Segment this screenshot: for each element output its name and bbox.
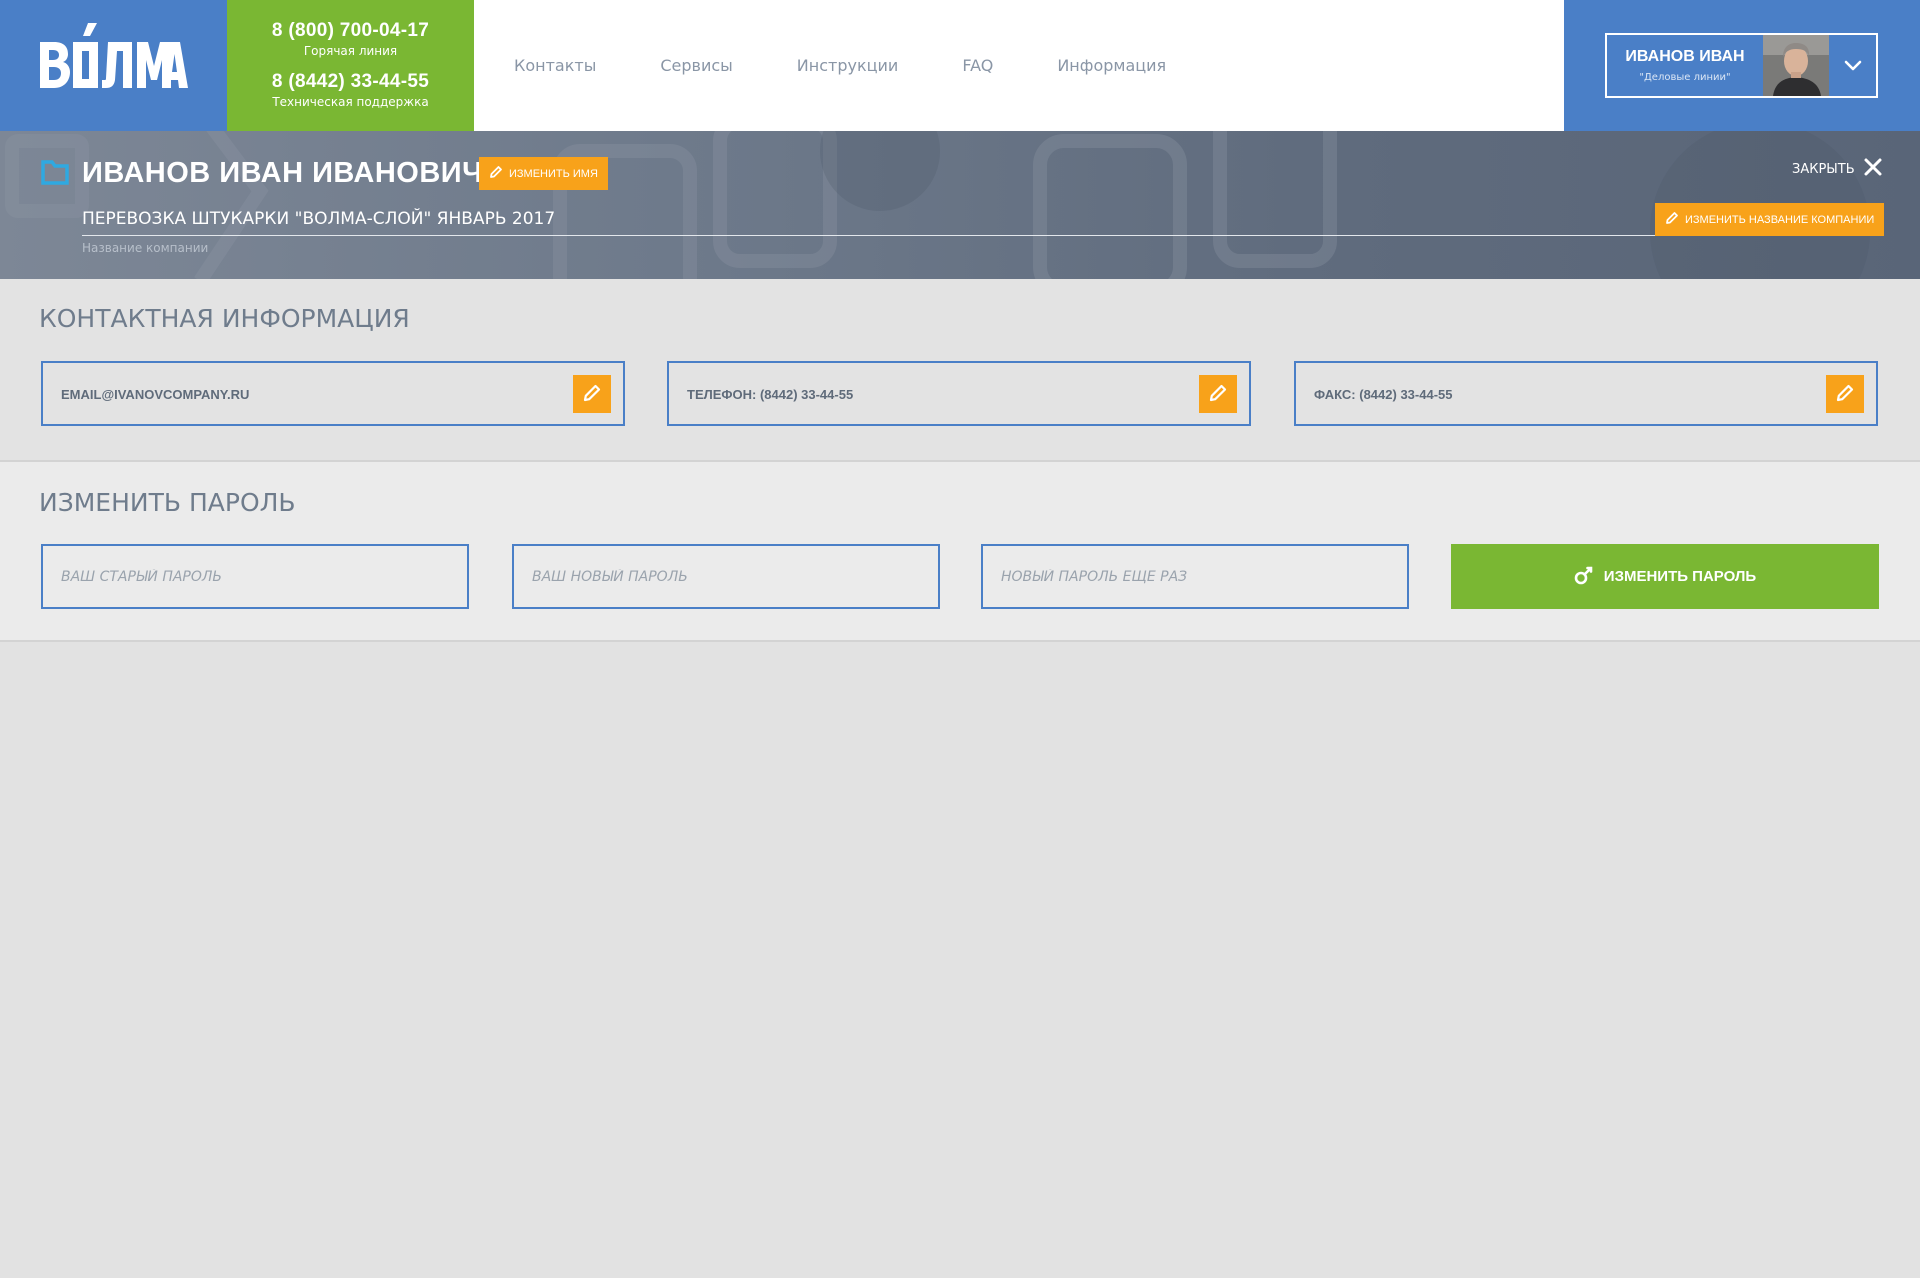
nav-item-contacts[interactable]: Контакты [514,56,596,75]
company-caption: Название компании [82,241,209,255]
pencil-icon [1208,383,1228,406]
fax-value: ФАКС: (8442) 33-44-55 [1314,387,1453,402]
nav-item-information[interactable]: Информация [1057,56,1166,75]
nav-item-services[interactable]: Сервисы [660,56,732,75]
user-company: "Деловые линии" [1639,72,1731,83]
company-name: ПЕРЕВОЗКА ШТУКАРКИ "ВОЛМА-СЛОЙ" ЯНВАРЬ 2… [82,209,556,229]
email-value: EMAIL@IVANOVCOMPANY.RU [61,387,250,402]
nav-item-instructions[interactable]: Инструкции [797,56,899,75]
volma-logo [40,23,188,88]
company-underline [82,235,1879,236]
rename-company-button[interactable]: изменить название компании [1655,203,1885,236]
contact-info-section: КОНТАКТНАЯ ИНФОРМАЦИЯ EMAIL@IVANOVCOMPAN… [0,279,1920,462]
page-background [0,642,1920,1278]
nav-item-faq[interactable]: FAQ [962,56,993,75]
phone-value: ТЕЛЕФОН: (8442) 33-44-55 [687,387,854,402]
chevron-down-icon[interactable] [1829,35,1876,96]
email-field: EMAIL@IVANOVCOMPANY.RU [41,361,625,426]
hotline-number[interactable]: 8 (800) 700-04-17 [227,20,474,42]
fax-field: ФАКС: (8442) 33-44-55 [1294,361,1878,426]
new-password-input[interactable] [512,544,940,609]
profile-banner: ИВАНОВ ИВАН ИВАНОВИЧ изменить имя ЗАКРЫТ… [0,131,1920,279]
tech-support-number[interactable]: 8 (8442) 33-44-55 [227,71,474,93]
change-password-button-label: ИЗМЕНИТЬ ПАРОЛЬ [1603,568,1757,585]
banner-background-decoration [5,131,1870,279]
old-password-input[interactable] [41,544,469,609]
user-name: ИВАНОВ ИВАН [1625,48,1745,65]
contact-info-title: КОНТАКТНАЯ ИНФОРМАЦИЯ [39,304,410,333]
avatar [1763,35,1829,96]
rename-button-label: изменить имя [509,167,598,180]
user-avatar-image [1763,35,1829,96]
close-button[interactable]: ЗАКРЫТЬ [1792,157,1883,181]
pencil-icon [582,383,602,406]
key-icon [1574,565,1594,589]
pencil-icon [489,165,503,182]
change-password-title: ИЗМЕНИТЬ ПАРОЛЬ [39,488,296,517]
edit-fax-button[interactable] [1826,375,1864,413]
rename-button[interactable]: изменить имя [479,157,608,190]
hotline-caption: Горячая линия [303,44,398,58]
logo-block[interactable] [0,0,227,131]
close-icon [1863,157,1883,181]
support-phones: 8 (800) 700-04-17 Горячая линия 8 (8442)… [227,0,474,131]
phone-field: ТЕЛЕФОН: (8442) 33-44-55 [667,361,1251,426]
user-panel: ИВАНОВ ИВАН "Деловые линии" [1564,0,1920,131]
profile-full-name: ИВАНОВ ИВАН ИВАНОВИЧ [82,157,484,189]
main-nav: Контакты Сервисы Инструкции FAQ Информац… [474,0,1230,131]
edit-phone-button[interactable] [1199,375,1237,413]
pencil-icon [1835,383,1855,406]
repeat-password-input[interactable] [981,544,1409,609]
change-password-button[interactable]: ИЗМЕНИТЬ ПАРОЛЬ [1451,544,1879,609]
rename-company-button-label: изменить название компании [1685,213,1875,226]
pencil-icon [1665,211,1679,228]
change-password-section: ИЗМЕНИТЬ ПАРОЛЬ ИЗМЕНИТЬ ПАРОЛЬ [0,462,1920,642]
top-header: 8 (800) 700-04-17 Горячая линия 8 (8442)… [0,0,1920,131]
close-label: ЗАКРЫТЬ [1792,161,1855,177]
folder-icon [41,158,69,190]
tech-support-caption: Техническая поддержка [272,95,429,109]
edit-email-button[interactable] [573,375,611,413]
user-menu[interactable]: ИВАНОВ ИВАН "Деловые линии" [1605,33,1878,98]
